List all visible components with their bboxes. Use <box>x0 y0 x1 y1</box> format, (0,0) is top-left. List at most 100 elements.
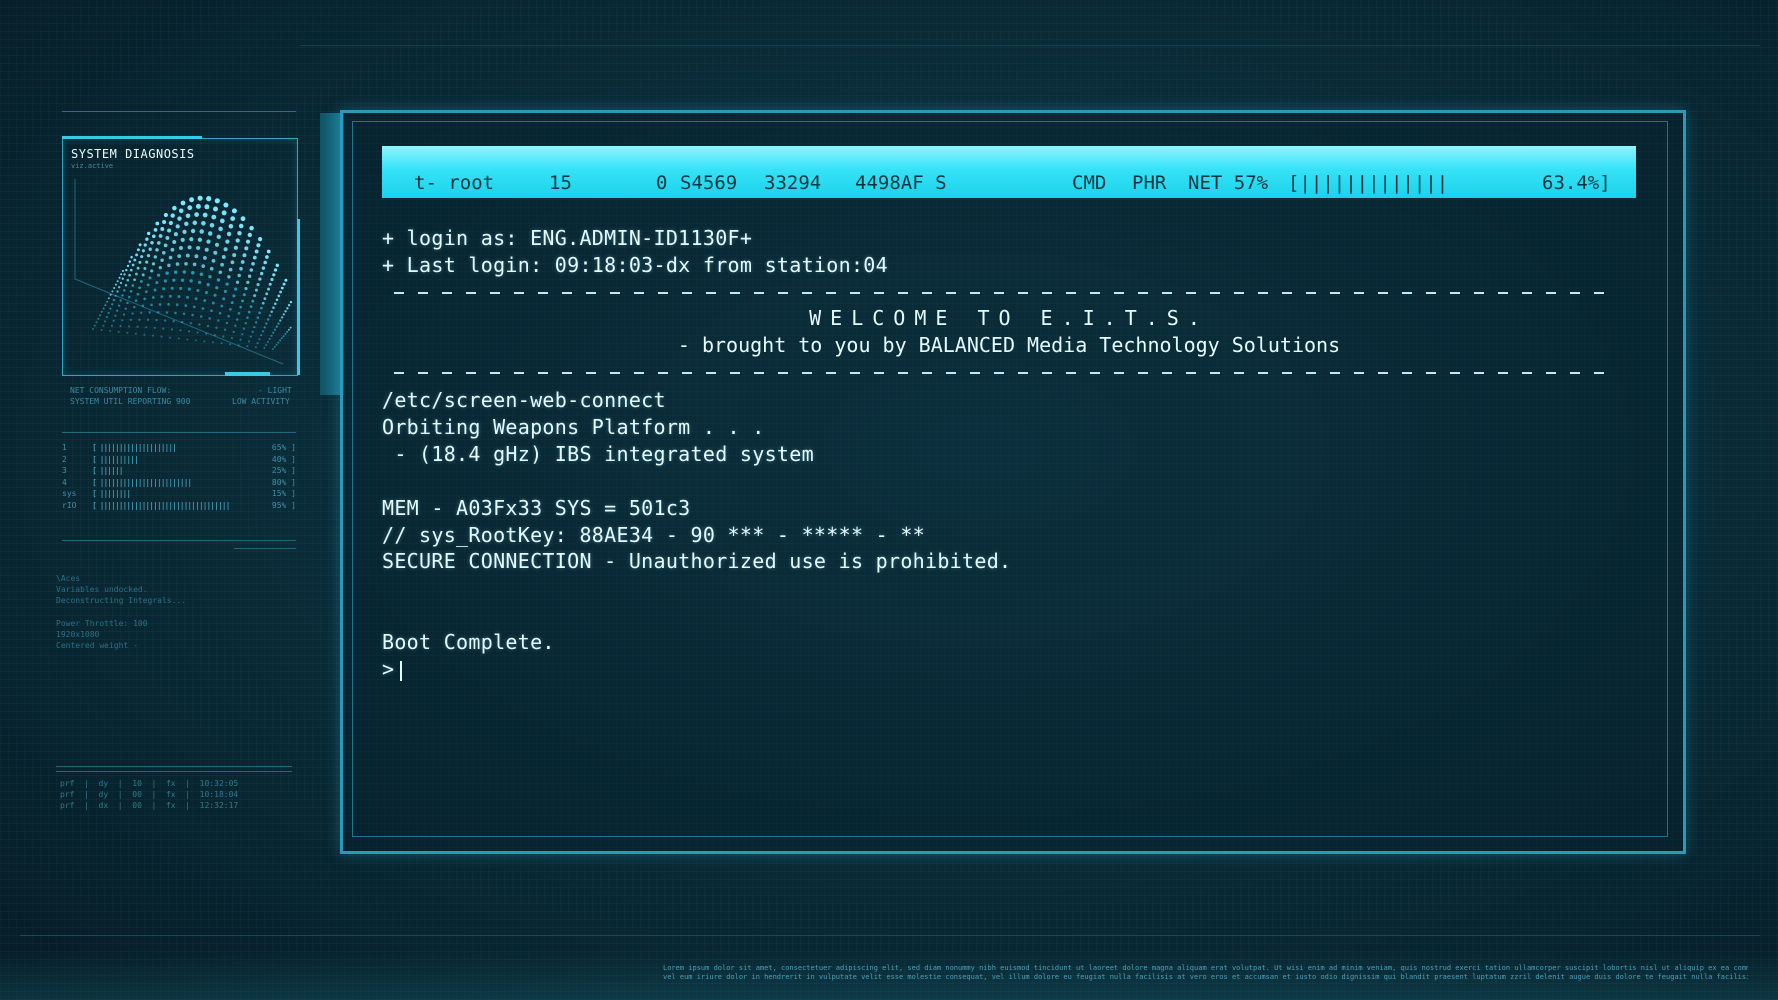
surface-dot <box>216 234 221 239</box>
surface-dot <box>138 318 141 321</box>
surface-dot <box>244 321 248 325</box>
util-row-percent: 95% ] <box>271 500 296 510</box>
surface-dot <box>165 235 170 240</box>
surface-dot <box>219 218 225 224</box>
surface-dot <box>189 237 194 242</box>
surface-dot <box>209 266 214 271</box>
surface-dot <box>102 324 105 327</box>
surface-dot <box>107 311 110 314</box>
surface-dot <box>182 229 187 235</box>
surface-dot <box>128 273 131 277</box>
surface-dot <box>228 223 234 229</box>
surface-dot <box>233 245 238 250</box>
surface-dot <box>218 311 222 315</box>
surface-dot <box>287 328 290 331</box>
surface-dot <box>148 276 152 280</box>
surface-dot <box>223 289 227 293</box>
surface-dot <box>192 305 196 309</box>
surface-dot <box>227 314 230 318</box>
notes-block-1: \Aces Variables undocked. Deconstructing… <box>56 574 187 605</box>
surface-dot <box>289 300 293 304</box>
surface-dot <box>247 274 252 278</box>
surface-dot <box>230 337 233 340</box>
surface-dot <box>204 247 209 252</box>
diagnosis-subtitle: viz.active <box>71 162 114 170</box>
surface-dot <box>119 325 122 328</box>
surface-dot <box>116 309 119 312</box>
surface-dot <box>244 287 248 291</box>
surface-dot <box>123 273 126 276</box>
surface-dot <box>114 294 117 297</box>
surface-dot <box>220 304 224 308</box>
surface-dot <box>128 325 131 328</box>
surface-dot <box>188 330 191 333</box>
surface-dot <box>160 258 164 263</box>
surface-dot <box>133 258 137 262</box>
surface-dot <box>268 282 272 286</box>
surface-dot <box>177 216 182 221</box>
surface-dot <box>160 227 165 231</box>
surface-dot <box>124 307 127 310</box>
surface-dot <box>153 255 157 259</box>
bottom-frame-line <box>20 935 1760 936</box>
surface-dot <box>104 320 107 323</box>
surface-dot <box>102 307 105 310</box>
util-row: rIO [ |||||||||||||||||||||||||||||||||| 9… <box>62 501 296 512</box>
surface-dot <box>110 324 113 327</box>
surface-dot <box>279 290 282 294</box>
surface-dot <box>126 331 129 334</box>
surface-dot <box>122 313 126 316</box>
surface-dot <box>244 246 249 251</box>
surface-dot <box>148 247 152 251</box>
util-divider-short <box>234 548 296 549</box>
boot-complete-line: Boot Complete. <box>382 630 555 654</box>
surface-dot <box>260 271 264 276</box>
surface-dot <box>126 278 130 282</box>
surface-dot <box>148 311 151 314</box>
surface-dot <box>167 303 170 306</box>
platform-line: Orbiting Weapons Platform . . . <box>382 415 765 439</box>
surface-dot <box>195 203 201 209</box>
surface-dot <box>138 260 142 264</box>
surface-dot <box>186 295 189 299</box>
surface-dot <box>136 325 139 328</box>
surface-dot <box>197 237 203 242</box>
surface-dot <box>263 260 267 265</box>
surface-dot <box>187 245 192 250</box>
surface-dot <box>275 263 279 267</box>
surface-dot <box>282 282 286 286</box>
surface-dot <box>184 221 189 227</box>
surface-dot <box>213 250 218 255</box>
surface-dot <box>179 286 183 290</box>
util-report-label: SYSTEM UTIL REPORTING 900 <box>70 397 191 406</box>
surface-dot <box>246 316 249 319</box>
perf-line-2: prf | dy | 00 | fx | 10:18:04 <box>60 790 239 799</box>
surface-dot <box>184 304 188 307</box>
surface-dot <box>170 286 174 290</box>
surface-dot <box>270 310 273 313</box>
surface-dot <box>163 243 168 248</box>
surface-dot <box>191 313 194 317</box>
command-prompt[interactable]: > <box>382 657 403 681</box>
util-row-label: 2 <box>62 454 67 464</box>
surface-dot <box>107 297 110 300</box>
surface-dot <box>156 241 161 245</box>
util-row-label: sys <box>62 489 77 498</box>
surface-dot <box>141 249 145 253</box>
surface-dot <box>201 264 206 268</box>
surface-dot <box>241 299 244 303</box>
perf-line-3: prf | dx | 00 | fx | 12:32:17 <box>60 801 239 810</box>
surface-dot <box>130 256 133 259</box>
util-divider-bottom <box>62 540 296 541</box>
surface-dot <box>95 321 98 324</box>
surface-dot <box>169 336 172 339</box>
surface-dot <box>186 338 189 341</box>
surface-dot <box>150 269 154 273</box>
surface-dot <box>213 206 218 212</box>
surface-dot <box>252 255 257 260</box>
surface-dot <box>175 303 179 307</box>
util-row-label: rIO <box>62 500 77 510</box>
surface-dot <box>177 254 182 258</box>
surface-dot <box>187 205 193 211</box>
surface-dot <box>161 250 166 255</box>
